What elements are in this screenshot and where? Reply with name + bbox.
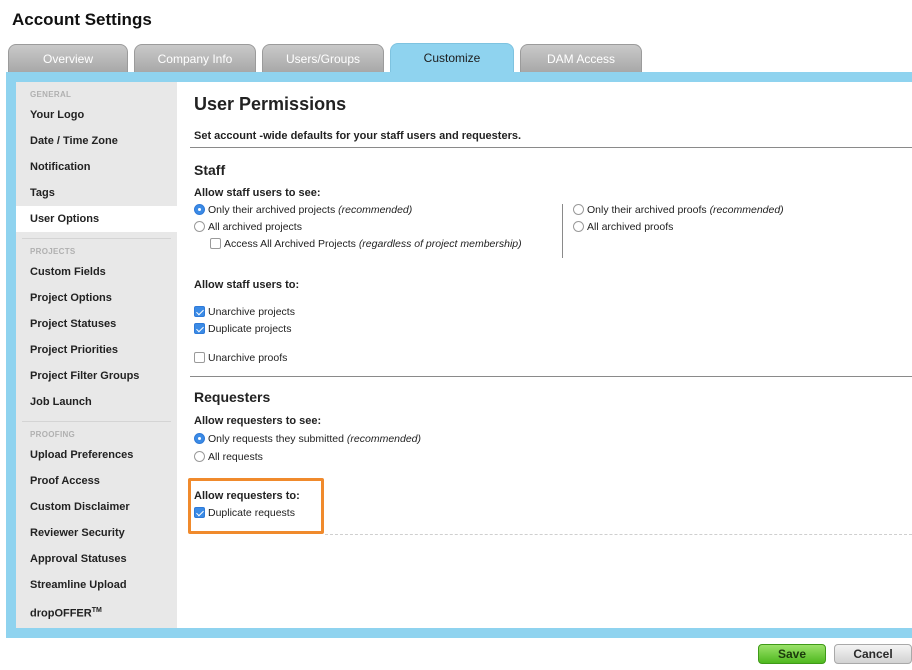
option-text: Only their archived proofs	[587, 204, 707, 216]
checkbox-icon	[194, 352, 205, 363]
divider	[190, 147, 912, 148]
option-note: (recommended)	[709, 204, 784, 216]
sidebar-item-project-options[interactable]: Project Options	[16, 285, 177, 311]
checkbox-unarchive-proofs[interactable]: Unarchive proofs	[194, 351, 287, 365]
option-text: Duplicate projects	[208, 323, 292, 335]
tab-bar: Overview Company Info Users/Groups Custo…	[8, 43, 912, 73]
sidebar-item-approval-statuses[interactable]: Approval Statuses	[16, 546, 177, 572]
option-text: Unarchive projects	[208, 306, 295, 318]
sidebar-item-project-priorities[interactable]: Project Priorities	[16, 337, 177, 363]
checkbox-unarchive-projects[interactable]: Unarchive projects	[194, 305, 295, 319]
sidebar: GENERAL Your Logo Date / Time Zone Notif…	[16, 82, 177, 628]
requesters-see-label: Allow requesters to see:	[194, 415, 322, 427]
sidebar-item-dropoffer[interactable]: dropOFFERTM	[16, 598, 177, 624]
sidebar-item-custom-fields[interactable]: Custom Fields	[16, 259, 177, 285]
staff-see-label: Allow staff users to see:	[194, 187, 321, 199]
divider	[190, 376, 912, 377]
cancel-button[interactable]: Cancel	[834, 644, 912, 664]
sidebar-item-proof-access[interactable]: Proof Access	[16, 468, 177, 494]
sidebar-item-job-launch[interactable]: Job Launch	[16, 389, 177, 415]
sidebar-item-dropoffer-label: dropOFFER	[30, 607, 92, 620]
checkbox-duplicate-projects[interactable]: Duplicate projects	[194, 322, 291, 336]
radio-icon	[573, 204, 584, 215]
radio-selected-icon	[194, 204, 205, 215]
radio-selected-icon	[194, 433, 205, 444]
settings-frame: GENERAL Your Logo Date / Time Zone Notif…	[6, 72, 912, 638]
option-text: Access All Archived Projects	[224, 238, 356, 250]
sidebar-group-proofing: PROOFING	[30, 430, 76, 439]
tab-overview[interactable]: Overview	[8, 44, 128, 72]
sidebar-group-projects: PROJECTS	[30, 247, 76, 256]
radio-only-submitted-requests[interactable]: Only requests they submitted (recommende…	[194, 432, 421, 446]
checkbox-checked-icon	[194, 306, 205, 317]
dashed-divider	[325, 534, 912, 535]
option-text: Only requests they submitted	[208, 433, 344, 445]
sidebar-item-upload-preferences[interactable]: Upload Preferences	[16, 442, 177, 468]
radio-only-archived-projects[interactable]: Only their archived projects (recommende…	[194, 203, 412, 217]
sidebar-item-tags[interactable]: Tags	[16, 180, 177, 206]
checkbox-access-all-archived[interactable]: Access All Archived Projects (regardless…	[210, 237, 522, 251]
radio-icon	[194, 451, 205, 462]
requesters-heading: Requesters	[194, 389, 271, 405]
checkbox-checked-icon	[194, 323, 205, 334]
option-note: (recommended)	[346, 433, 422, 445]
sidebar-item-custom-disclaimer[interactable]: Custom Disclaimer	[16, 494, 177, 520]
sidebar-item-project-filter-groups[interactable]: Project Filter Groups	[16, 363, 177, 389]
option-text: All archived projects	[208, 221, 302, 233]
tab-dam-access[interactable]: DAM Access	[520, 44, 642, 72]
page-title: Account Settings	[12, 10, 152, 29]
section-subtitle: Set account -wide defaults for your staf…	[194, 130, 522, 142]
main-content: User Permissions Set account -wide defau…	[177, 82, 912, 628]
highlight-box	[188, 478, 324, 534]
radio-only-archived-proofs[interactable]: Only their archived proofs (recommended)	[573, 203, 784, 217]
option-note: (regardless of project membership)	[358, 238, 522, 250]
trademark-mark: TM	[91, 607, 102, 614]
sidebar-divider	[22, 238, 171, 239]
sidebar-item-your-logo[interactable]: Your Logo	[16, 102, 177, 128]
sidebar-group-general: GENERAL	[30, 90, 72, 99]
radio-all-archived-projects[interactable]: All archived projects	[194, 220, 302, 234]
option-note: (recommended)	[338, 204, 413, 216]
tab-customize[interactable]: Customize	[390, 43, 514, 73]
radio-icon	[194, 221, 205, 232]
section-title: User Permissions	[194, 94, 347, 114]
tab-users-groups[interactable]: Users/Groups	[262, 44, 384, 72]
sidebar-item-reviewer-security[interactable]: Reviewer Security	[16, 520, 177, 546]
sidebar-item-user-options[interactable]: User Options	[16, 206, 177, 232]
staff-to-label: Allow staff users to:	[194, 279, 300, 291]
sidebar-item-date-time-zone[interactable]: Date / Time Zone	[16, 128, 177, 154]
tab-company-info[interactable]: Company Info	[134, 44, 256, 72]
option-text: Only their archived projects	[208, 204, 336, 216]
checkbox-icon	[210, 238, 221, 249]
staff-heading: Staff	[194, 162, 226, 178]
sidebar-item-notification[interactable]: Notification	[16, 154, 177, 180]
radio-all-archived-proofs[interactable]: All archived proofs	[573, 220, 673, 234]
column-divider	[562, 204, 563, 258]
option-text: All requests	[208, 451, 263, 463]
sidebar-divider	[22, 421, 171, 422]
radio-icon	[573, 221, 584, 232]
sidebar-item-project-statuses[interactable]: Project Statuses	[16, 311, 177, 337]
option-text: All archived proofs	[587, 221, 674, 233]
radio-all-requests[interactable]: All requests	[194, 450, 263, 464]
sidebar-item-streamline-upload[interactable]: Streamline Upload	[16, 572, 177, 598]
option-text: Unarchive proofs	[208, 352, 288, 364]
save-button[interactable]: Save	[758, 644, 826, 664]
